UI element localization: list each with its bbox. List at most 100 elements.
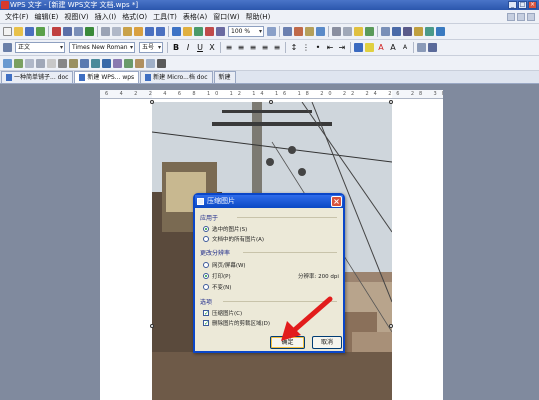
- paragraph-icon[interactable]: [417, 43, 426, 52]
- resize-handle[interactable]: [269, 100, 273, 104]
- resize-handle[interactable]: [389, 100, 393, 104]
- brightness-down-icon[interactable]: [58, 58, 67, 68]
- shadow-icon[interactable]: [157, 58, 166, 68]
- page-setup-icon[interactable]: [343, 27, 352, 36]
- show-marks-icon[interactable]: [216, 27, 225, 36]
- cancel-button[interactable]: 取消: [312, 336, 342, 349]
- style-select[interactable]: 正文: [15, 42, 65, 53]
- justify-icon[interactable]: ≡: [260, 43, 270, 52]
- contrast-up-icon[interactable]: [25, 58, 34, 68]
- menu-insert[interactable]: 插入(I): [92, 10, 120, 24]
- border-icon[interactable]: [354, 43, 363, 52]
- increase-indent-icon[interactable]: ⇥: [337, 43, 347, 52]
- star-icon[interactable]: [354, 27, 363, 36]
- distribute-icon[interactable]: ≡: [272, 43, 282, 52]
- menu-tools[interactable]: 工具(T): [150, 10, 180, 24]
- plugin-icon[interactable]: [365, 27, 374, 36]
- styles-pane-icon[interactable]: [3, 43, 12, 52]
- menu-file[interactable]: 文件(F): [2, 10, 32, 24]
- new-document-icon[interactable]: [3, 27, 12, 36]
- tab-document-1[interactable]: 一种简单铺子... doc: [1, 71, 74, 83]
- tab-document-2[interactable]: 新建 WPS... wps: [74, 71, 140, 83]
- minimize-icon[interactable]: _: [508, 1, 517, 9]
- hyperlink-icon[interactable]: [172, 27, 181, 36]
- header-footer-icon[interactable]: [332, 27, 341, 36]
- strikethrough-icon[interactable]: X: [207, 43, 217, 52]
- text-wrap-icon[interactable]: [113, 58, 122, 68]
- transparent-color-icon[interactable]: [135, 58, 144, 68]
- textbox-icon[interactable]: [305, 27, 314, 36]
- radio-all-pictures[interactable]: 文档中的所有图片(A): [203, 235, 264, 243]
- drawing-icon[interactable]: [205, 27, 214, 36]
- ok-button[interactable]: 确定: [270, 336, 305, 349]
- radio-print[interactable]: 打印(P): [203, 272, 231, 280]
- menu-view[interactable]: 视图(V): [61, 10, 91, 24]
- sidebar-toggle-icon[interactable]: [283, 27, 292, 36]
- dialog-close-icon[interactable]: ×: [331, 196, 342, 207]
- resize-handle[interactable]: [389, 324, 393, 328]
- align-center-icon[interactable]: ≡: [236, 43, 246, 52]
- italic-icon[interactable]: I: [183, 43, 193, 52]
- print-icon[interactable]: [63, 27, 72, 36]
- redo-icon[interactable]: [156, 27, 165, 36]
- email-icon[interactable]: [36, 27, 45, 36]
- radio-no-change[interactable]: 不变(N): [203, 283, 231, 291]
- compress-picture-icon[interactable]: [102, 58, 111, 68]
- table-icon[interactable]: [183, 27, 192, 36]
- reset-picture-icon[interactable]: [146, 58, 155, 68]
- tab-new[interactable]: 新建: [213, 71, 236, 83]
- more-icon[interactable]: [428, 43, 437, 52]
- bullets-icon[interactable]: •: [313, 43, 323, 52]
- pdf-icon[interactable]: [52, 27, 61, 36]
- doc-restore-icon[interactable]: [517, 12, 525, 21]
- radio-selected-pictures[interactable]: 选中的图片(S): [203, 225, 247, 233]
- font-select[interactable]: Times New Roman: [69, 42, 135, 53]
- doc-close-icon[interactable]: [527, 12, 535, 21]
- align-left-icon[interactable]: ≡: [224, 43, 234, 52]
- color-icon[interactable]: [14, 58, 23, 68]
- layout-icon[interactable]: [381, 27, 390, 36]
- maximize-icon[interactable]: □: [518, 1, 527, 9]
- menu-table[interactable]: 表格(A): [180, 10, 210, 24]
- contrast-down-icon[interactable]: [36, 58, 45, 68]
- insert-image-icon[interactable]: [3, 58, 12, 68]
- grid-icon[interactable]: [403, 27, 412, 36]
- crop-icon[interactable]: [69, 58, 78, 68]
- reading-mode-icon[interactable]: [392, 27, 401, 36]
- open-folder-icon[interactable]: [14, 27, 23, 36]
- tab-document-3[interactable]: 新建 Micro...档 doc: [140, 71, 213, 83]
- highlight-icon[interactable]: [414, 27, 423, 36]
- decrease-indent-icon[interactable]: ⇤: [325, 43, 335, 52]
- insert-picture-icon[interactable]: [294, 27, 303, 36]
- zoom-select[interactable]: 100 %: [228, 26, 264, 37]
- doc-minimize-icon[interactable]: [507, 12, 515, 21]
- line-spacing-icon[interactable]: ↕: [289, 43, 299, 52]
- check-icon[interactable]: [436, 27, 445, 36]
- columns-icon[interactable]: [194, 27, 203, 36]
- wordart-icon[interactable]: [316, 27, 325, 36]
- paste-icon[interactable]: [123, 27, 132, 36]
- radio-web-screen[interactable]: 网页/屏幕(W): [203, 261, 246, 269]
- font-color-icon[interactable]: A: [376, 43, 386, 52]
- text-highlight-icon[interactable]: [365, 43, 374, 52]
- brightness-up-icon[interactable]: [47, 58, 56, 68]
- spellcheck-icon[interactable]: [85, 27, 94, 36]
- help-icon[interactable]: [267, 27, 276, 36]
- cut-icon[interactable]: [101, 27, 110, 36]
- tools-icon[interactable]: [425, 27, 434, 36]
- copy-icon[interactable]: [112, 27, 121, 36]
- format-painter-icon[interactable]: [134, 27, 143, 36]
- checkbox-delete-cropped[interactable]: ✓ 删除图片的剪裁区域(D): [203, 319, 270, 327]
- save-icon[interactable]: [25, 27, 34, 36]
- menu-window[interactable]: 窗口(W): [210, 10, 242, 24]
- menu-edit[interactable]: 编辑(E): [32, 10, 62, 24]
- line-style-icon[interactable]: [91, 58, 100, 68]
- bold-icon[interactable]: B: [171, 43, 181, 52]
- resize-handle[interactable]: [150, 100, 154, 104]
- align-right-icon[interactable]: ≡: [248, 43, 258, 52]
- menu-format[interactable]: 格式(O): [119, 10, 150, 24]
- grow-font-icon[interactable]: A: [388, 43, 398, 52]
- numbering-icon[interactable]: ⋮: [301, 43, 311, 52]
- print-preview-icon[interactable]: [74, 27, 83, 36]
- rotate-icon[interactable]: [80, 58, 89, 68]
